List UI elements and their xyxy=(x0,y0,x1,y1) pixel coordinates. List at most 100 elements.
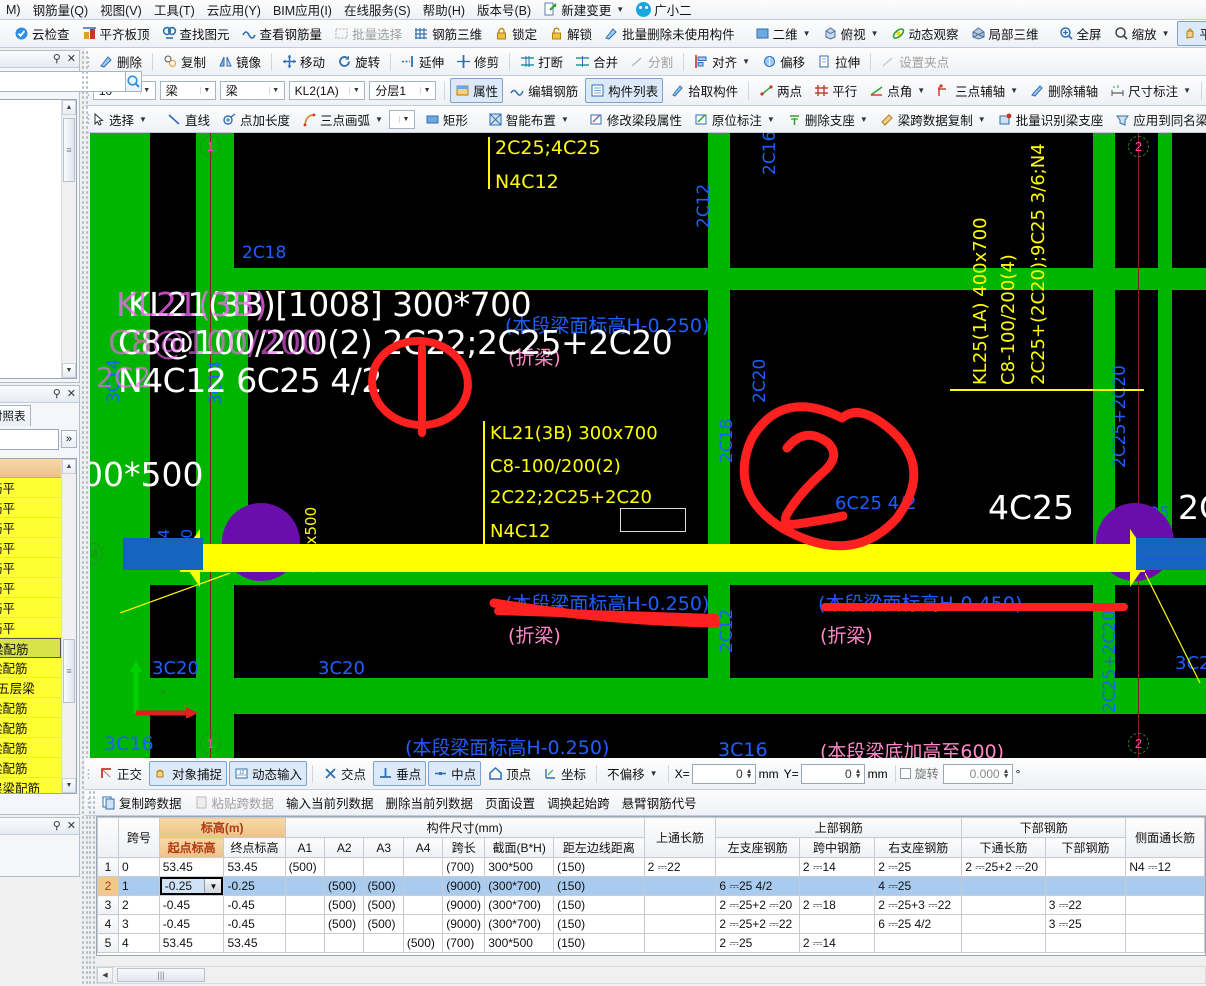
cell-side-through[interactable] xyxy=(1125,933,1205,953)
scroll-left-arrow[interactable]: ◀ xyxy=(97,967,113,983)
component-combo[interactable]: KL2(1A) ▼ xyxy=(288,81,366,100)
cell-right-support[interactable]: 2 ⎓25 xyxy=(874,857,963,877)
layer-row[interactable]: 梁配筋平 xyxy=(0,498,61,518)
menu-item-2[interactable]: 视图(V) xyxy=(94,0,148,19)
batch-recognize-support-button[interactable]: 批量识别梁支座 xyxy=(993,107,1109,132)
edit-offset-button[interactable]: 偏移 xyxy=(757,49,810,74)
cell-start-elev[interactable]: -0.45 xyxy=(158,914,225,934)
rotate-input[interactable]: 0.000 ▲ ▼ xyxy=(942,763,1013,784)
line-tool-button[interactable]: 直线 xyxy=(162,107,215,132)
layer-row[interactable]: 六层梁配筋 xyxy=(0,698,61,718)
cell-a2[interactable]: (500) xyxy=(324,876,365,896)
new-change-button[interactable]: 新建变更 ▼ xyxy=(538,0,629,19)
apply-same-name-button[interactable]: 应用到同名梁 xyxy=(1110,107,1206,132)
close-icon[interactable]: ✕ xyxy=(67,820,76,832)
edit-rebar-button[interactable]: 编辑钢筋 xyxy=(505,78,583,103)
swap-start-span-button[interactable]: 调换起始跨 xyxy=(542,790,615,815)
cell-start-elev[interactable]: -0.45 xyxy=(158,895,225,915)
cantilever-code-button[interactable]: 悬臂钢筋代号 xyxy=(617,790,702,815)
cell-bottom-rebar[interactable] xyxy=(1044,876,1127,896)
grid-subheader-a4[interactable]: A4 xyxy=(402,837,444,858)
cell-left-support[interactable]: 6 ⎓25 4/2 xyxy=(715,876,800,896)
three-point-axis-button[interactable]: 三点辅轴 ▼ xyxy=(932,78,1023,103)
cell-span[interactable]: 4 xyxy=(118,933,160,953)
grid-subheader-end-elev[interactable]: 终点标高 xyxy=(223,837,286,858)
toolbar-top-view[interactable]: 俯视 ▼ xyxy=(818,21,884,46)
scroll-down-arrow[interactable]: ▼ xyxy=(62,363,76,378)
cell-a3[interactable]: (500) xyxy=(363,876,404,896)
layer-filter-box[interactable] xyxy=(0,428,59,450)
layer-row[interactable]: 二层梁配筋 xyxy=(0,658,61,678)
parallel-button[interactable]: 平行 xyxy=(809,78,862,103)
snap-object-button[interactable]: 对象捕捉 xyxy=(149,761,228,786)
cell-end-elev[interactable]: -0.45 xyxy=(223,895,286,915)
cell-section[interactable]: (300*700) xyxy=(484,895,555,915)
table-row[interactable]: 4 3 -0.45 -0.45 (500) (500) (9000) (300*… xyxy=(97,914,1205,934)
cell-bottom-rebar[interactable]: 3 ⎓25 xyxy=(1044,914,1127,934)
menu-item-0[interactable]: M) xyxy=(0,1,27,19)
cell-bottom-rebar[interactable]: 3 ⎓22 xyxy=(1044,895,1127,915)
cell-section[interactable]: (300*700) xyxy=(484,914,555,934)
input-column-button[interactable]: 输入当前列数据 xyxy=(281,790,379,815)
edit-merge-button[interactable]: 合并 xyxy=(570,49,623,74)
cell-end-elev[interactable]: 53.45 xyxy=(223,857,286,877)
cell-top-through[interactable]: 2 ⎓22 xyxy=(643,857,717,877)
grid-subheader-start-elev[interactable]: 起点标高 xyxy=(158,837,225,858)
grid-subheader-a3[interactable]: A3 xyxy=(363,837,404,858)
layer-row[interactable]: 梁配筋平 xyxy=(0,478,61,498)
type-combo[interactable]: 梁 ▼ xyxy=(219,81,285,100)
chevron-down-icon[interactable]: ▼ xyxy=(871,29,879,38)
pick-component-button[interactable]: 拾取构件 xyxy=(665,78,743,103)
grid-subheader-a2[interactable]: A2 xyxy=(324,837,365,858)
cell-mid-span[interactable]: 2 ⎓18 xyxy=(798,895,876,915)
table-row[interactable]: 3 2 -0.45 -0.45 (500) (500) (9000) (300*… xyxy=(97,895,1205,915)
y-input[interactable]: 0 ▲ ▼ xyxy=(800,763,865,784)
cell-a4[interactable] xyxy=(402,914,444,934)
cell-top-through[interactable] xyxy=(643,895,717,915)
menu-item-7[interactable]: 帮助(H) xyxy=(417,0,471,19)
toolbar-align-slab-top[interactable]: 平齐板顶 xyxy=(77,21,155,46)
cell-bottom-through[interactable] xyxy=(961,876,1046,896)
two-point-button[interactable]: 两点 xyxy=(754,78,807,103)
chevron-down-icon[interactable]: ▼ xyxy=(561,115,569,124)
x-input[interactable]: 0 ▲ ▼ xyxy=(691,763,756,784)
cell-span[interactable]: 3 xyxy=(118,914,160,934)
cell-a1[interactable] xyxy=(284,876,326,896)
select-tool-button[interactable]: 选择 ▼ xyxy=(86,107,152,132)
cell-a1[interactable] xyxy=(284,933,326,953)
menu-item-6[interactable]: 在线服务(S) xyxy=(338,0,417,19)
draw-blank-combo[interactable]: ▼ xyxy=(388,109,415,129)
cell-mid-span[interactable] xyxy=(798,876,876,896)
panel-a-scrollbar[interactable]: ▲ ▼ xyxy=(61,100,76,378)
layer-row[interactable]: 十一层梁配筋 xyxy=(0,778,61,793)
layer-row[interactable]: 梁配筋平 xyxy=(0,598,61,618)
cell-span-len[interactable]: (9000) xyxy=(442,895,486,915)
cell-a2[interactable] xyxy=(324,857,365,877)
rotate-checkbox[interactable] xyxy=(899,768,911,779)
table-row[interactable]: 5 4 53.45 53.45 (500) (700) 300*500 (150… xyxy=(97,933,1205,953)
layer-row[interactable]: 梁配筋平 xyxy=(0,518,61,538)
close-icon[interactable]: ✕ xyxy=(67,388,76,400)
cell-a1[interactable] xyxy=(284,914,326,934)
menu-item-8[interactable]: 版本号(B) xyxy=(471,0,537,19)
chevron-down-icon[interactable]: ▼ xyxy=(1183,86,1191,95)
menu-item-5[interactable]: BIM应用(I) xyxy=(267,0,338,19)
cell-left-support[interactable] xyxy=(715,857,800,877)
cad-canvas[interactable]: 1 2 1 2 M 3C14 3C14 2C18 2C16 2C12 2C20 … xyxy=(90,133,1206,758)
properties-button[interactable]: 属性 xyxy=(450,78,504,103)
cell-mid-span[interactable]: 2 ⎓14 xyxy=(798,933,876,953)
toolbar-lock[interactable]: 锁定 xyxy=(489,21,542,46)
edit-trim-button[interactable]: 修剪 xyxy=(451,49,504,74)
delete-axis-button[interactable]: 删除辅轴 xyxy=(1025,78,1103,103)
cell-left-dist[interactable]: (150) xyxy=(553,895,645,915)
cell-side-through[interactable] xyxy=(1125,876,1205,896)
cell-top-through[interactable] xyxy=(643,933,717,953)
grid-horizontal-scrollbar[interactable]: ◀ ||| xyxy=(96,966,1206,984)
edit-stretch-button[interactable]: 拉伸 xyxy=(812,49,865,74)
layer-row[interactable]: 三~十五层梁 xyxy=(0,678,61,698)
dimension-button[interactable]: 尺寸标注 ▼ xyxy=(1105,78,1196,103)
cell-a4[interactable]: (500) xyxy=(402,933,444,953)
edit-split-button[interactable]: 分割 xyxy=(625,49,678,74)
edit-mirror-button[interactable]: 镜像 xyxy=(213,49,266,74)
pin-icon[interactable]: ⚲ xyxy=(53,388,61,400)
